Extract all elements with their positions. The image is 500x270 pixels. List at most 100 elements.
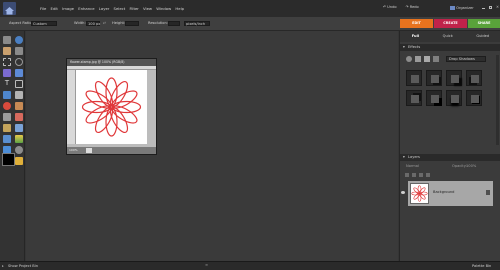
flower-image (81, 77, 142, 137)
gradient-icon[interactable] (15, 135, 23, 143)
status-bar: ▸ Show Project Bin ≡ Palette Bin (0, 261, 500, 270)
aspect-ratio-select[interactable]: Custom (31, 21, 57, 26)
resolution-field[interactable] (168, 21, 180, 26)
clone-stamp-icon[interactable] (3, 113, 11, 121)
brush-icon[interactable] (3, 124, 11, 132)
menu-help[interactable]: Help (175, 6, 184, 11)
marquee-tool-icon[interactable] (3, 58, 11, 66)
effects-header[interactable]: ▾ Effects (400, 44, 500, 51)
width-field[interactable]: 100 px (86, 21, 100, 26)
effect-thumbnail[interactable] (406, 70, 422, 86)
resolution-label: Resolution: (148, 21, 168, 25)
trash-icon[interactable] (426, 173, 430, 177)
eraser-icon[interactable] (15, 113, 23, 121)
eyedropper-tool-icon[interactable] (15, 47, 23, 55)
lock-icon[interactable] (419, 173, 423, 177)
crop-tool-icon[interactable] (15, 80, 23, 88)
status-menu-icon[interactable] (86, 148, 92, 153)
tab-create[interactable]: CREATE (434, 19, 467, 28)
effect-thumbnail[interactable] (406, 90, 422, 106)
paint-bucket-icon[interactable] (3, 135, 11, 143)
menu-layer[interactable]: Layer (99, 6, 110, 11)
width-value: 100 px (88, 21, 101, 26)
effect-thumbnail[interactable] (426, 90, 442, 106)
document-status-bar: 100% (67, 147, 156, 154)
document-title-bar[interactable]: flower-stamp.jpg @ 100% (RGB/8) (67, 59, 156, 66)
cookie-cutter-icon[interactable] (3, 91, 11, 99)
filters-icon[interactable] (406, 56, 412, 62)
blend-mode-select[interactable]: Normal (406, 164, 419, 169)
resolution-unit-select[interactable]: pixels/inch (184, 21, 210, 26)
close-icon[interactable]: ✕ (496, 5, 499, 10)
redeye-icon[interactable] (3, 102, 11, 110)
foreground-color-icon[interactable] (2, 153, 15, 166)
effect-thumbnail[interactable] (446, 90, 462, 106)
layers-header[interactable]: ▾ Layers (400, 154, 500, 161)
effect-thumbnail[interactable] (426, 70, 442, 86)
menu-file[interactable]: File (40, 6, 46, 11)
undo-button[interactable]: ↶ Undo (383, 5, 397, 10)
layer-row[interactable]: Background (401, 181, 493, 206)
photo-effects-icon[interactable] (424, 56, 430, 62)
swap-icon[interactable]: ⇄ (103, 21, 106, 26)
tab-quick[interactable]: Quick (443, 34, 453, 39)
menu-view[interactable]: View (143, 6, 152, 11)
tab-edit[interactable]: EDIT (400, 19, 433, 28)
aspect-ratio-label: Aspect Ratio: (9, 21, 33, 25)
pencil-icon[interactable] (15, 157, 23, 165)
opacity-value[interactable]: 100% (466, 164, 476, 169)
document-title: flower-stamp.jpg @ 100% (RGB/8) (70, 60, 125, 64)
lasso-tool-icon[interactable] (15, 58, 23, 66)
redo-button[interactable]: ↷ Redo (406, 5, 419, 10)
menu-select[interactable]: Select (114, 6, 126, 11)
blur-icon[interactable] (15, 146, 23, 154)
hand-tool-icon[interactable] (3, 47, 11, 55)
document-window[interactable]: flower-stamp.jpg @ 100% (RGB/8) 100% (66, 58, 157, 155)
undo-icon: ↶ (383, 5, 387, 9)
eye-icon[interactable] (401, 191, 405, 194)
layers-title: Layers (408, 154, 420, 159)
effect-thumbnail[interactable] (446, 70, 462, 86)
effects-category-icons (406, 56, 439, 62)
tab-full[interactable]: Full (412, 34, 419, 39)
height-label: Height: (112, 21, 126, 25)
tab-guided[interactable]: Guided (476, 34, 489, 39)
image-canvas[interactable] (76, 70, 147, 144)
menu-bar: File Edit Image Enhance Layer Select Fil… (40, 6, 184, 11)
menu-edit[interactable]: Edit (51, 6, 58, 11)
menu-enhance[interactable]: Enhance (78, 6, 94, 11)
project-bin-icon: ▸ (2, 264, 4, 268)
effects-scrollbar[interactable] (496, 55, 499, 145)
effects-dropdown[interactable]: Drop Shadows (446, 56, 486, 62)
menu-image[interactable]: Image (62, 6, 74, 11)
all-effects-icon[interactable] (433, 56, 439, 62)
effects-title: Effects (408, 44, 421, 49)
text-tool-icon[interactable]: T (3, 80, 11, 88)
layer-styles-icon[interactable] (415, 56, 421, 62)
effect-thumbnail[interactable] (466, 70, 482, 86)
menu-window[interactable]: Window (156, 6, 171, 11)
organizer-button[interactable]: Organizer (450, 6, 474, 11)
smart-brush-icon[interactable] (15, 124, 23, 132)
redo-label: Redo (409, 5, 419, 9)
title-bar: File Edit Image Enhance Layer Select Fil… (0, 0, 500, 17)
lock-icon[interactable] (486, 190, 490, 195)
maximize-icon[interactable] (489, 6, 492, 9)
height-field[interactable] (125, 21, 139, 26)
move-tool-icon[interactable] (3, 36, 11, 44)
zoom-tool-icon[interactable] (15, 36, 23, 44)
effect-thumbnail[interactable] (466, 90, 482, 106)
menu-filter[interactable]: Filter (129, 6, 138, 11)
zoom-level: 100% (69, 148, 78, 152)
adjustment-layer-icon[interactable] (412, 173, 416, 177)
palette-bin-button[interactable]: Palette Bin (472, 264, 491, 269)
new-layer-icon[interactable] (405, 173, 409, 177)
straighten-icon[interactable] (15, 91, 23, 99)
minimize-icon[interactable] (482, 8, 485, 9)
spot-healing-icon[interactable] (15, 102, 23, 110)
magic-wand-icon[interactable] (3, 69, 11, 77)
selection-brush-icon[interactable] (15, 69, 23, 77)
show-project-bin-button[interactable]: Show Project Bin (8, 264, 38, 269)
tab-share[interactable]: SHARE (468, 19, 500, 28)
bin-toggle-icon[interactable]: ≡ (205, 263, 208, 268)
